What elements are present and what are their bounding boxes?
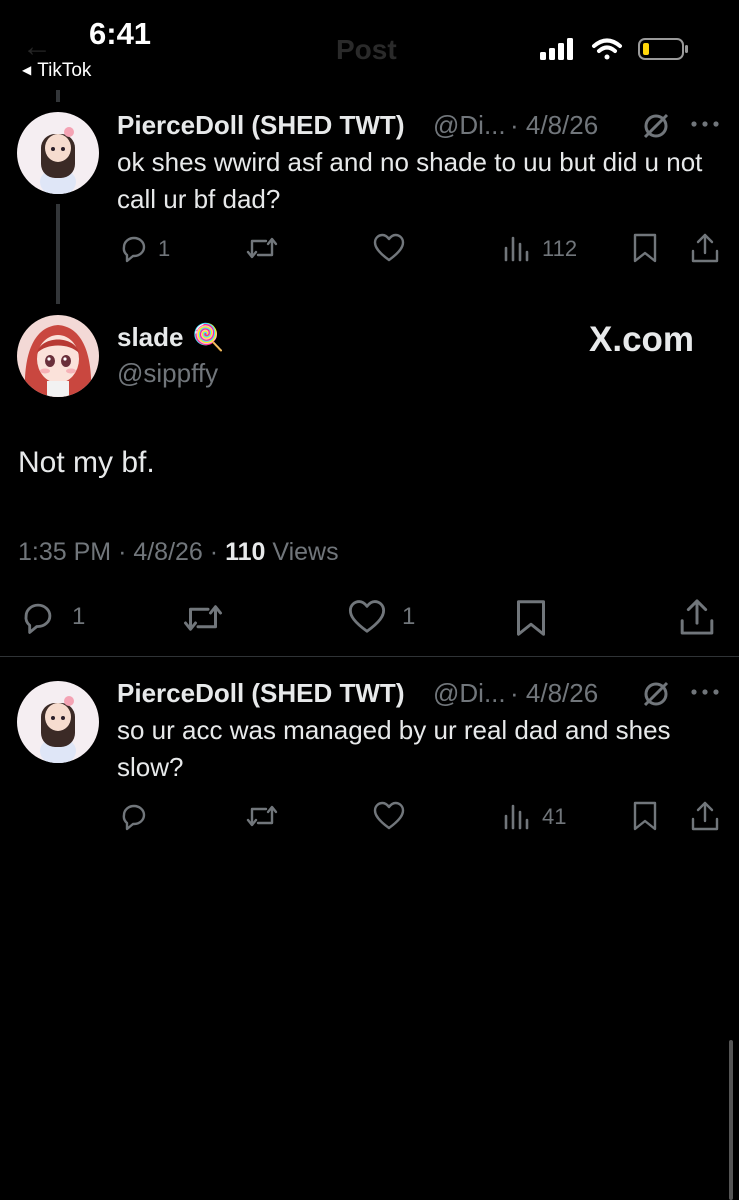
main-reply-icon[interactable]: [18, 598, 58, 636]
cellular-signal-icon: [540, 38, 573, 60]
reply-handle: @Di...: [433, 110, 506, 140]
back-triangle-icon: ◀: [22, 63, 32, 77]
avatar[interactable]: [17, 681, 99, 763]
status-time: 6:41: [89, 16, 152, 51]
main-reply-count: 1: [72, 603, 86, 630]
main-like-count: 1: [402, 603, 416, 630]
back-to-app-link[interactable]: ◀ TikTok: [22, 60, 91, 82]
repost-icon[interactable]: [244, 800, 280, 832]
avatar[interactable]: [17, 112, 99, 194]
main-name-row[interactable]: slade 🍭: [117, 322, 224, 353]
main-avatar[interactable]: [17, 315, 99, 397]
lollipop-emoji: 🍭: [191, 322, 225, 352]
main-share-icon[interactable]: [678, 596, 716, 638]
reply-date: · 4/8/26: [510, 110, 599, 140]
post-meta: 1:35 PM · 4/8/26 · 110 Views: [18, 538, 339, 567]
like-icon[interactable]: [372, 800, 406, 832]
back-app-label: TikTok: [37, 60, 92, 81]
anime-girl-avatar-icon: [17, 315, 99, 397]
views-icon[interactable]: [503, 234, 531, 262]
ghost-back-arrow-icon: ←: [22, 30, 52, 63]
more-options-icon[interactable]: [690, 118, 720, 130]
wifi-icon: [592, 38, 622, 60]
status-icons: [540, 36, 690, 67]
thread-line: [56, 204, 60, 304]
grok-icon[interactable]: [640, 110, 672, 142]
battery-icon: [638, 38, 688, 60]
doll-avatar-icon: [17, 112, 99, 194]
post-views-label: Views: [272, 538, 339, 566]
main-repost-icon[interactable]: [180, 598, 226, 638]
post-views-count[interactable]: 110: [225, 538, 265, 566]
views-icon[interactable]: [503, 802, 531, 830]
reply-count: 1: [158, 236, 171, 261]
xcom-watermark: X.com: [589, 320, 695, 359]
like-icon[interactable]: [372, 232, 406, 264]
post-date: · 4/8/26 ·: [118, 538, 219, 566]
post-time: 1:35 PM: [18, 538, 112, 566]
main-bookmark-icon[interactable]: [514, 598, 548, 638]
share-icon[interactable]: [690, 799, 720, 833]
divider: [0, 656, 739, 657]
scrollbar[interactable]: [729, 1040, 733, 1200]
reply-text: ok shes wwird asf and no shade to uu but…: [117, 147, 703, 214]
reply-date: · 4/8/26: [510, 678, 599, 708]
repost-icon[interactable]: [244, 232, 280, 264]
main-handle: @sippffy: [117, 358, 219, 388]
bookmark-icon[interactable]: [632, 800, 658, 832]
thread-line-top: [56, 90, 60, 102]
page-title: Post: [336, 34, 397, 65]
reply-display-name[interactable]: PierceDoll (SHED TWT): [117, 110, 404, 141]
reply-display-name[interactable]: PierceDoll (SHED TWT): [117, 678, 404, 709]
main-like-icon[interactable]: [346, 598, 388, 636]
reply-icon[interactable]: [118, 232, 150, 264]
share-icon[interactable]: [690, 231, 720, 265]
grok-icon[interactable]: [640, 678, 672, 710]
bookmark-icon[interactable]: [632, 232, 658, 264]
reply-icon[interactable]: [118, 800, 150, 832]
views-count: 41: [542, 804, 567, 829]
reply-handle: @Di...: [433, 678, 506, 708]
main-display-name[interactable]: slade: [117, 322, 184, 352]
main-post-text: Not my bf.: [18, 446, 155, 479]
reply-text: so ur acc was managed by ur real dad and…: [117, 715, 671, 782]
doll-avatar-icon: [17, 681, 99, 763]
views-count: 112: [542, 236, 578, 261]
more-options-icon[interactable]: [690, 686, 720, 698]
